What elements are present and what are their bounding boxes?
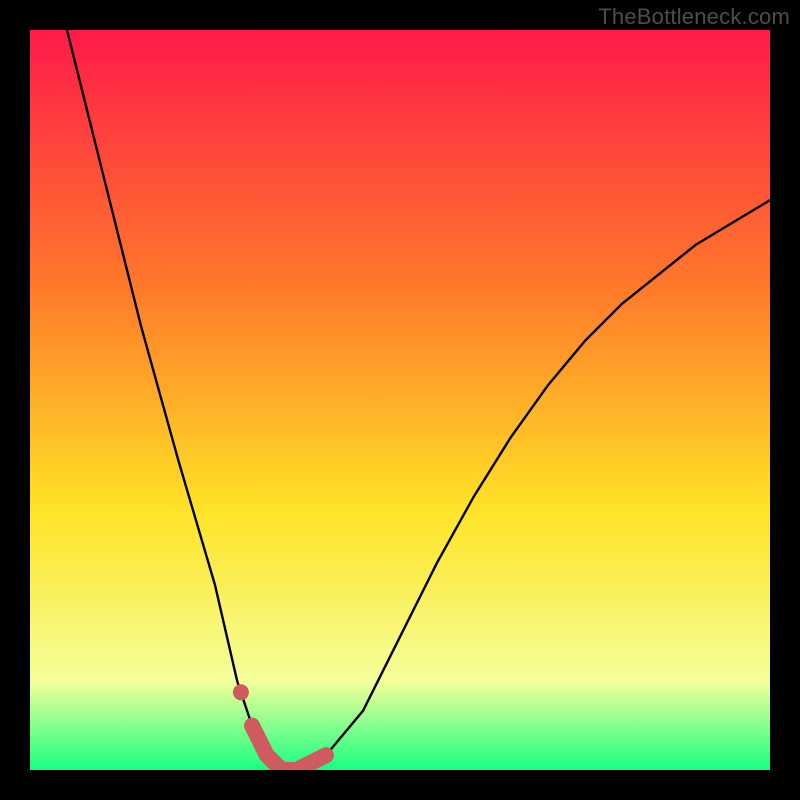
- highlight-dot: [233, 684, 249, 700]
- bottleneck-plot: [30, 30, 770, 770]
- watermark-text: TheBottleneck.com: [598, 4, 790, 30]
- plot-svg: [30, 30, 770, 770]
- gradient-background: [30, 30, 770, 770]
- chart-frame: TheBottleneck.com: [0, 0, 800, 800]
